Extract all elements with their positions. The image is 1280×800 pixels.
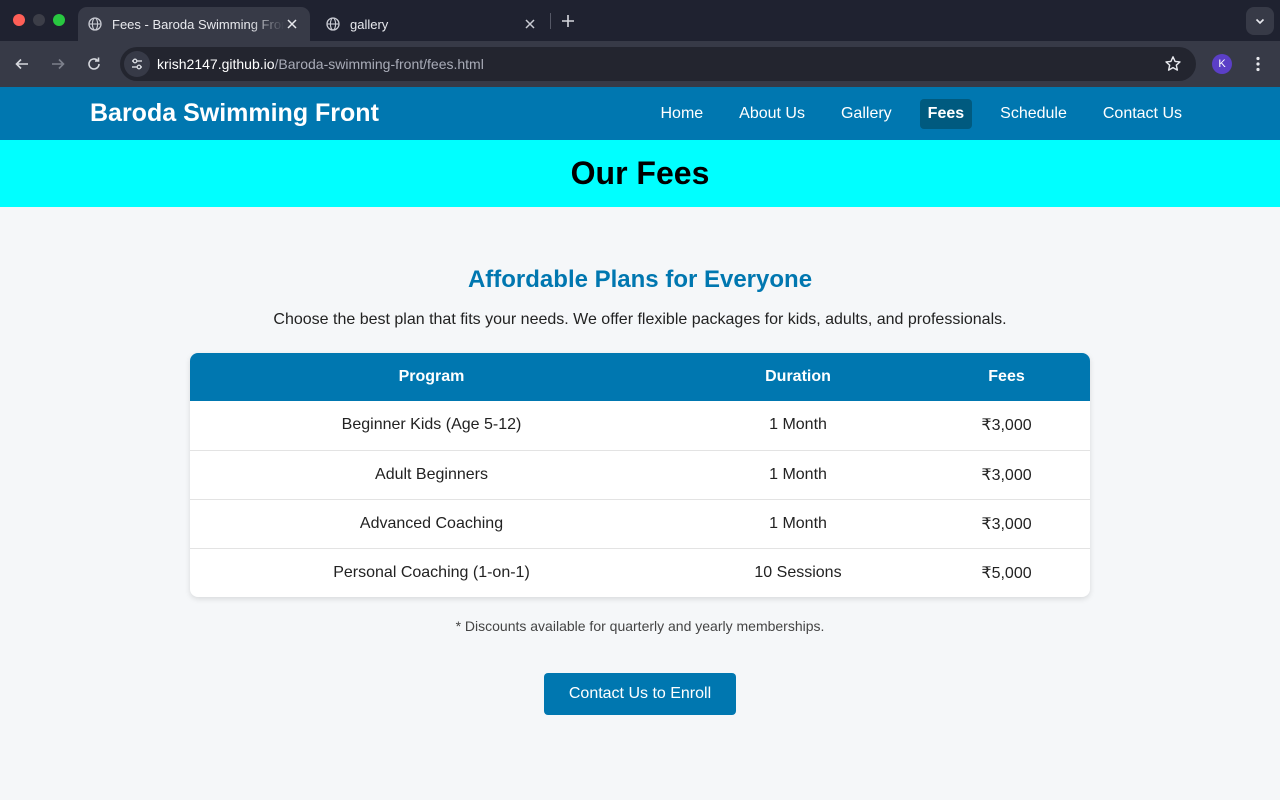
- section-title: Affordable Plans for Everyone: [467, 266, 813, 293]
- site-brand[interactable]: Baroda Swimming Front: [90, 99, 379, 128]
- site-header: Baroda Swimming Front Home About Us Gall…: [0, 87, 1280, 140]
- section-intro: Choose the best plan that fits your need…: [273, 311, 1007, 328]
- page-title: Our Fees: [570, 155, 710, 191]
- table-row: Advanced Coaching 1 Month ₹3,000: [190, 498, 1090, 548]
- nav-schedule[interactable]: Schedule: [992, 99, 1075, 129]
- contact-enroll-button[interactable]: Contact Us to Enroll: [544, 673, 736, 715]
- cell-program: Personal Coaching (1-on-1): [190, 547, 673, 597]
- table-header-row: Program Duration Fees: [190, 353, 1090, 401]
- discount-note: * Discounts available for quarterly and …: [455, 618, 825, 634]
- tab-divider: [550, 13, 551, 29]
- url-text: krish2147.github.io/Baroda-swimming-fron…: [157, 56, 484, 72]
- nav-about-us[interactable]: About Us: [731, 99, 813, 129]
- browser-tab-gallery[interactable]: gallery: [316, 7, 548, 41]
- bookmark-star-icon[interactable]: [1164, 55, 1182, 73]
- minimize-window-button[interactable]: [33, 14, 45, 26]
- header-fees: Fees: [923, 353, 1090, 401]
- close-tab-icon[interactable]: [522, 16, 538, 32]
- site-settings-icon[interactable]: [124, 51, 150, 77]
- globe-icon: [326, 17, 340, 31]
- profile-avatar[interactable]: K: [1212, 54, 1232, 74]
- cell-program: Adult Beginners: [190, 449, 673, 499]
- nav-contact-us[interactable]: Contact Us: [1095, 99, 1190, 129]
- cell-program: Advanced Coaching: [190, 498, 673, 548]
- browser-tab-fees[interactable]: Fees - Baroda Swimming Front: [78, 7, 310, 41]
- address-bar[interactable]: krish2147.github.io/Baroda-swimming-fron…: [120, 47, 1196, 81]
- cell-program: Beginner Kids (Age 5-12): [341, 416, 522, 434]
- cell-fees: ₹3,000: [981, 417, 1032, 435]
- cell-fees: ₹3,000: [923, 498, 1090, 548]
- close-tab-icon[interactable]: [284, 16, 300, 32]
- table-row: Adult Beginners 1 Month ₹3,000: [190, 449, 1090, 499]
- tab-title: gallery: [350, 16, 389, 32]
- nav-home[interactable]: Home: [652, 99, 711, 129]
- table-row: Beginner Kids (Age 5-12) 1 Month ₹3,000: [190, 401, 1090, 450]
- more-menu-icon[interactable]: [1248, 53, 1268, 75]
- back-arrow-icon[interactable]: [10, 52, 34, 76]
- hero-banner: Our Fees: [0, 140, 1280, 207]
- cell-fees: ₹3,000: [923, 449, 1090, 499]
- close-window-button[interactable]: [13, 14, 25, 26]
- reload-icon[interactable]: [82, 52, 106, 76]
- cell-fees: ₹5,000: [923, 547, 1090, 597]
- cell-duration: 1 Month: [673, 449, 923, 499]
- url-host: krish2147.github.io: [157, 56, 275, 72]
- tab-search-chevron-down-icon[interactable]: [1246, 7, 1274, 35]
- fees-section: Affordable Plans for Everyone Choose the…: [0, 207, 1280, 715]
- url-path: /Baroda-swimming-front/fees.html: [274, 56, 484, 72]
- main-nav: Home About Us Gallery Fees Schedule Cont…: [632, 99, 1190, 129]
- table-row: Personal Coaching (1-on-1) 10 Sessions ₹…: [190, 547, 1090, 597]
- forward-arrow-icon[interactable]: [46, 52, 70, 76]
- browser-toolbar: krish2147.github.io/Baroda-swimming-fron…: [0, 41, 1280, 87]
- cell-duration: 1 Month: [673, 498, 923, 548]
- fees-table: Program Duration Fees Beginner Kids (Age…: [190, 353, 1090, 597]
- nav-fees[interactable]: Fees: [919, 99, 973, 129]
- header-duration: Duration: [673, 353, 923, 401]
- globe-icon: [88, 17, 102, 31]
- maximize-window-button[interactable]: [53, 14, 65, 26]
- cell-duration: 1 Month: [769, 416, 827, 434]
- nav-gallery[interactable]: Gallery: [833, 99, 900, 129]
- new-tab-plus-icon[interactable]: [558, 11, 578, 31]
- cell-duration: 10 Sessions: [673, 547, 923, 597]
- browser-tab-bar: Fees - Baroda Swimming Front gallery: [0, 0, 1280, 41]
- header-program: Program: [190, 353, 673, 401]
- tab-title: Fees - Baroda Swimming Front: [112, 16, 284, 32]
